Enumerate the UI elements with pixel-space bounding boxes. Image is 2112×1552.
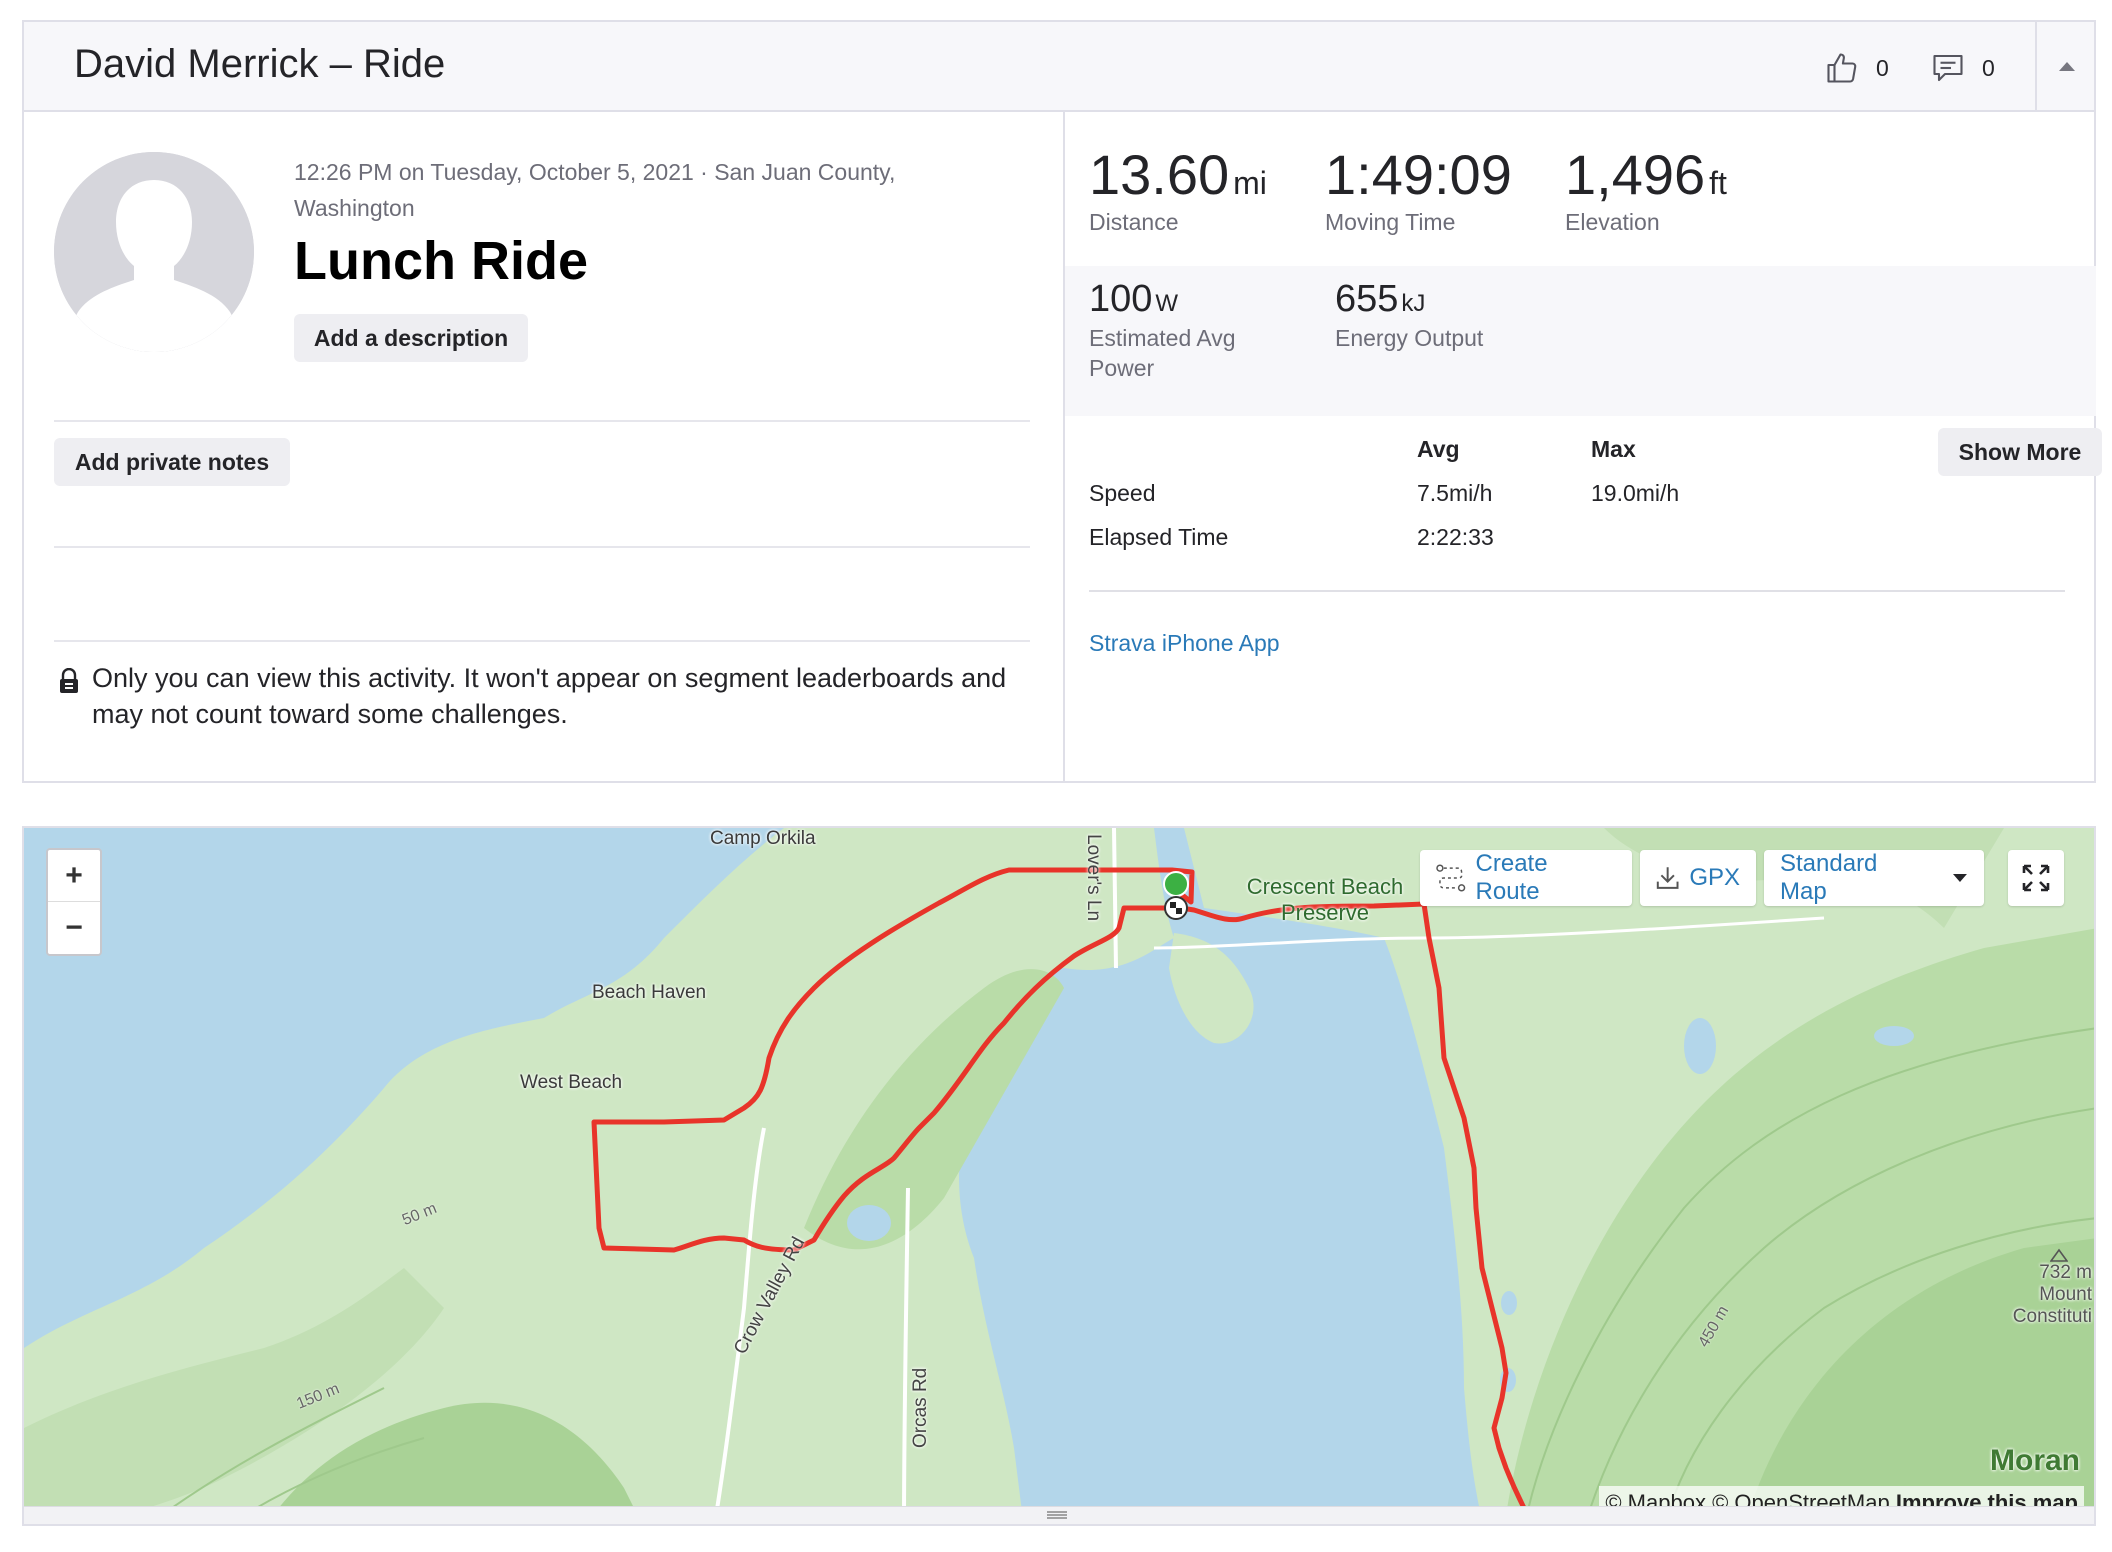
place-label: Beach Haven [592, 982, 707, 1003]
add-private-notes-button[interactable]: Add private notes [54, 438, 290, 486]
stat-label: Elevation [1565, 209, 1660, 235]
peak-label: 732 m Mount Constituti [1992, 1248, 2092, 1328]
peak-icon [2050, 1248, 2068, 1262]
caret-up-icon [2058, 62, 2075, 71]
activity-map[interactable]: Camp Orkila Lover's Ln Crescent Beach Pr… [22, 826, 2096, 1526]
device-link[interactable]: Strava iPhone App [1089, 630, 1280, 657]
row-label-elapsed-time: Elapsed Time [1089, 524, 1229, 550]
park-label: Moran [1990, 1444, 2080, 1477]
route-path [591, 867, 1537, 1523]
stat-label: Energy Output [1335, 325, 1484, 351]
zoom-out-button[interactable]: − [48, 902, 100, 954]
comments-count: 0 [1982, 54, 1995, 81]
stat-distance: 13.60 mi Distance [1089, 142, 1267, 236]
activity-stats: 13.60 mi Distance 1:49:09 Moving Time 1,4… [1063, 112, 2102, 783]
activity-summary: 12:26 PM on Tuesday, October 5, 2021 · S… [24, 112, 1062, 783]
start-marker [1163, 871, 1189, 897]
privacy-notice: Only you can view this activity. It won'… [54, 660, 1044, 732]
speed-max: 19.0mi/h [1591, 480, 1680, 506]
divider [54, 420, 1030, 422]
privacy-notice-text: Only you can view this activity. It won'… [92, 663, 1007, 729]
gpx-download-button[interactable]: GPX [1640, 850, 1756, 906]
lock-icon [60, 668, 78, 693]
stat-value: 1:49:09 [1325, 143, 1512, 206]
add-description-button[interactable]: Add a description [294, 314, 528, 362]
place-label: Crescent Beach Preserve [1220, 874, 1430, 926]
place-label-line: Crescent Beach [1246, 874, 1404, 899]
road-label: Lover's Ln [1083, 834, 1104, 922]
stat-avg-power: 100 W Estimated Avg Power [1089, 278, 1289, 383]
peak-elevation: 732 m [2039, 1262, 2092, 1283]
zoom-control: + − [46, 848, 102, 956]
comment-icon [1933, 54, 1963, 82]
activity-header: David Merrick – Ride 0 0 [24, 22, 2094, 112]
map-style-label: Standard Map [1780, 850, 1878, 905]
thumbs-up-icon [1827, 53, 1857, 83]
speed-avg: 7.5mi/h [1417, 480, 1493, 506]
stat-value: 1,496 [1565, 143, 1706, 206]
map-style-dropdown[interactable]: Standard Map [1764, 850, 1984, 906]
gpx-label: GPX [1689, 864, 1740, 891]
elapsed-time-avg: 2:22:33 [1417, 524, 1494, 550]
kudos-button[interactable]: 0 [1824, 48, 1889, 88]
divider [1089, 590, 2065, 592]
place-label-line: Preserve [1280, 900, 1370, 925]
road-label: Orcas Rd [910, 1367, 931, 1448]
stat-value: 13.60 [1089, 143, 1230, 206]
drag-handle-icon [1047, 1511, 1067, 1519]
fullscreen-icon [2022, 864, 2050, 892]
route-icon [1436, 864, 1466, 892]
column-header-avg: Avg [1417, 436, 1460, 462]
map-resize-bar[interactable] [24, 1506, 2094, 1524]
chevron-down-icon [1953, 874, 1968, 882]
divider [54, 640, 1030, 642]
secondary-stats: 100 W Estimated Avg Power 655 kJ Energy Ou… [1065, 266, 2096, 416]
create-route-label: Create Route [1475, 850, 1548, 905]
column-header-max: Max [1591, 436, 1636, 462]
activity-card: David Merrick – Ride 0 0 12:26 PM on Tue… [22, 20, 2102, 783]
show-more-button[interactable]: Show More [1938, 428, 2102, 476]
route-overlay [591, 867, 1537, 1523]
stat-moving-time: 1:49:09 Moving Time [1325, 142, 1516, 236]
peak-name: Mount [2039, 1284, 2092, 1305]
stat-label: Estimated Avg Power [1089, 325, 1236, 381]
comments-button[interactable]: 0 [1930, 48, 1995, 88]
activity-title: Lunch Ride [294, 231, 588, 291]
download-icon [1656, 867, 1679, 889]
row-label-speed: Speed [1089, 480, 1156, 506]
activity-datetime-location: 12:26 PM on Tuesday, October 5, 2021 · S… [294, 159, 896, 221]
stat-value: 100 [1089, 278, 1153, 320]
place-label: West Beach [520, 1072, 623, 1093]
default-avatar-icon [54, 152, 254, 352]
athlete-avatar[interactable] [54, 152, 254, 352]
stat-elevation: 1,496 ft Elevation [1565, 142, 1727, 236]
activity-header-title: David Merrick – Ride [74, 42, 446, 86]
peak-name: Constituti [2012, 1306, 2092, 1327]
place-label: Camp Orkila [710, 828, 816, 849]
stat-unit: mi [1233, 165, 1267, 201]
stat-value: 655 [1335, 278, 1399, 320]
collapse-button[interactable] [2035, 22, 2096, 110]
finish-marker [1164, 896, 1188, 920]
stat-unit: W [1155, 290, 1179, 317]
stat-label: Distance [1089, 209, 1179, 235]
zoom-in-button[interactable]: + [48, 850, 100, 902]
divider [54, 546, 1030, 548]
stat-energy-output: 655 kJ Energy Output [1335, 278, 1483, 353]
stat-unit: kJ [1401, 290, 1426, 317]
create-route-button[interactable]: Create Route [1420, 850, 1632, 906]
stat-unit: ft [1709, 165, 1727, 201]
stat-label: Moving Time [1325, 209, 1456, 235]
kudos-count: 0 [1876, 54, 1889, 81]
fullscreen-button[interactable] [2008, 850, 2064, 906]
